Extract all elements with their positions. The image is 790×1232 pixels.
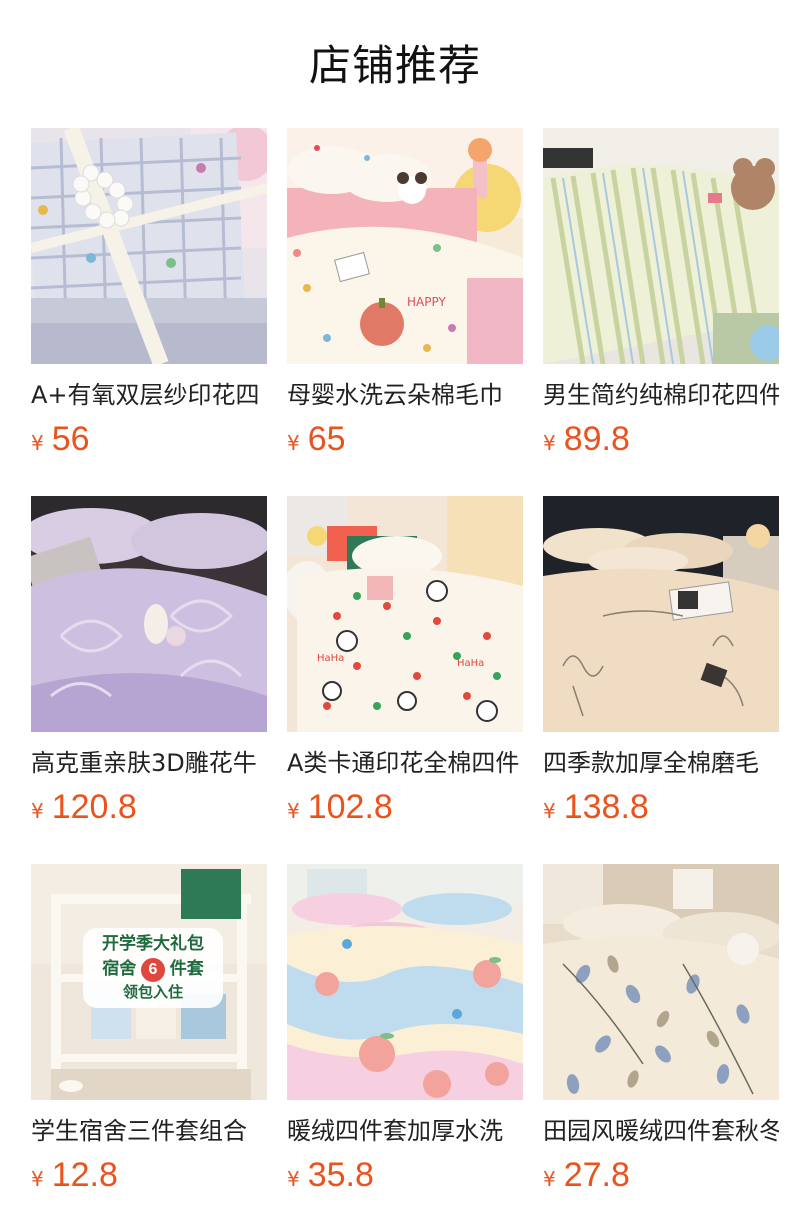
currency-symbol: ¥	[31, 1167, 44, 1191]
product-image[interactable]: HAPPY	[287, 128, 523, 364]
product-name[interactable]: 学生宿舍三件套组合	[31, 1114, 267, 1148]
product-price: ¥89.8	[543, 418, 630, 460]
price-amount: 27.8	[563, 1156, 630, 1194]
currency-symbol: ¥	[543, 431, 556, 455]
svg-text:HAPPY: HAPPY	[407, 295, 446, 309]
product-name[interactable]: 母婴水洗云朵棉毛巾	[287, 378, 523, 412]
currency-symbol: ¥	[543, 799, 556, 823]
promo-line3: 领包入住	[122, 984, 183, 1001]
product-name[interactable]: 男生简约纯棉印花四件	[543, 378, 779, 412]
price-amount: 102.8	[307, 788, 393, 826]
svg-text:HaHa: HaHa	[457, 658, 484, 669]
promo-line2-prefix: 宿舍	[102, 959, 137, 978]
currency-symbol: ¥	[31, 799, 44, 823]
price-amount: 89.8	[563, 420, 630, 458]
currency-symbol: ¥	[287, 1167, 300, 1191]
product-price: ¥120.8	[31, 786, 137, 828]
product-image[interactable]	[287, 864, 523, 1100]
product-name[interactable]: 暖绒四件套加厚水洗	[287, 1114, 523, 1148]
product-price: ¥12.8	[31, 1154, 118, 1196]
product-image[interactable]	[543, 128, 779, 364]
promo-count-badge: 6	[141, 958, 165, 982]
product-image[interactable]	[543, 864, 779, 1100]
page-title: 店铺推荐	[308, 41, 481, 90]
price-amount: 12.8	[51, 1156, 118, 1194]
product-price: ¥65	[287, 418, 346, 460]
product-price: ¥102.8	[287, 786, 393, 828]
promo-overlay: 开学季大礼包 宿舍 6 件套 领包入住	[83, 928, 223, 1008]
price-amount: 138.8	[563, 788, 649, 826]
product-price: ¥27.8	[543, 1154, 630, 1196]
product-name[interactable]: A+有氧双层纱印花四	[31, 378, 267, 412]
svg-text:HaHa: HaHa	[317, 653, 344, 664]
product-name[interactable]: 四季款加厚全棉磨毛	[543, 746, 779, 780]
price-amount: 56	[51, 420, 90, 458]
currency-symbol: ¥	[543, 1167, 556, 1191]
product-price: ¥56	[31, 418, 90, 460]
product-image[interactable]: HaHa HaHa	[287, 496, 523, 732]
product-name[interactable]: A类卡通印花全棉四件	[287, 746, 523, 780]
product-image[interactable]	[543, 496, 779, 732]
price-amount: 65	[307, 420, 346, 458]
product-image[interactable]	[31, 496, 267, 732]
product-name[interactable]: 高克重亲肤3D雕花牛	[31, 746, 267, 780]
currency-symbol: ¥	[31, 431, 44, 455]
currency-symbol: ¥	[287, 799, 300, 823]
product-price: ¥35.8	[287, 1154, 374, 1196]
price-amount: 120.8	[51, 788, 137, 826]
currency-symbol: ¥	[287, 431, 300, 455]
product-price: ¥138.8	[543, 786, 649, 828]
promo-line1: 开学季大礼包	[102, 934, 204, 953]
promo-line2: 宿舍 6 件套	[83, 956, 223, 982]
product-image[interactable]	[31, 128, 267, 364]
price-amount: 35.8	[307, 1156, 374, 1194]
product-image[interactable]: 开学季大礼包 宿舍 6 件套 领包入住	[31, 864, 267, 1100]
product-name[interactable]: 田园风暖绒四件套秋冬	[543, 1114, 779, 1148]
promo-line2-suffix: 件套	[169, 959, 204, 978]
